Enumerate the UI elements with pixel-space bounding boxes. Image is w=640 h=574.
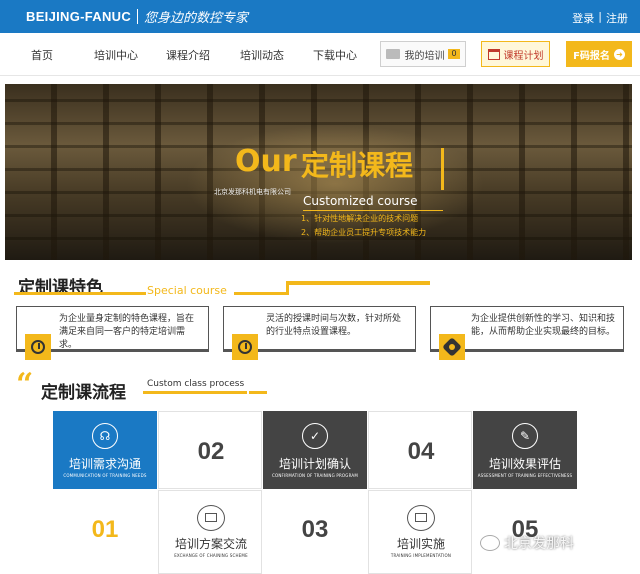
features-bar-tick (286, 281, 289, 295)
link-divider: | (598, 10, 602, 23)
process-step-number: 05 (473, 490, 577, 574)
banner-accent-bar (441, 148, 444, 190)
step-number: 01 (91, 516, 119, 543)
logo[interactable]: BEIJING-FANUC 您身边的数控专家 (26, 9, 249, 26)
feature-text: 灵活的授课时间与次数，针对所处的行业特点设置课程。 (266, 314, 402, 337)
process-step-number: 04 (368, 411, 472, 489)
feature-text: 为企业量身定制的特色课程，旨在满足来自同一客户的特定培训需求。 (59, 314, 195, 350)
banner-subtitle: Customized course (303, 194, 418, 208)
nav-item-training-center[interactable]: 培训中心 (94, 47, 138, 63)
main-nav: 首页 培训中心 课程介绍 培训动态 下载中心 我的培训 0 课程计划 F码报名 … (0, 33, 640, 76)
wechat-watermark: 北京发那科 (480, 533, 574, 553)
banner-our: Our (235, 144, 297, 179)
features-bar (286, 281, 430, 285)
step-sub: COMMUNICATION OF TRAINING NEEDS (63, 473, 147, 478)
banner-point-1: 1、针对性地解决企业的技术问题 (301, 214, 419, 223)
step-sub: ASSESSMENT OF TRAINING EFFECTIVENESS (477, 473, 573, 478)
process-title-en: Custom class process (147, 379, 245, 389)
monitor-icon (407, 505, 435, 531)
features-underline-2 (234, 292, 286, 295)
step-label: 培训需求沟通 (68, 457, 141, 471)
process-title: 定制课流程 (41, 383, 126, 403)
watermark-text: 北京发那科 (504, 536, 574, 552)
step-label: 培训方案交流 (174, 537, 247, 551)
features-underline (14, 292, 146, 295)
training-plan-label: 课程计划 (503, 50, 544, 62)
process-step[interactable]: ✎ 培训效果评估 ASSESSMENT OF TRAINING EFFECTIV… (473, 411, 577, 489)
my-training-label: 我的培训 (404, 50, 445, 62)
my-training-count: 0 (448, 49, 460, 59)
step-label: 培训计划确认 (278, 457, 351, 471)
top-bar: BEIJING-FANUC 您身边的数控专家 登录 | 注册 (0, 0, 640, 33)
signup-button[interactable]: F码报名 ➜ (566, 41, 632, 67)
logo-divider (137, 9, 139, 24)
signup-label: F码报名 (573, 50, 610, 62)
banner-company: 北京发那科机电有限公司 (214, 188, 291, 196)
account-links: 登录 | 注册 (572, 10, 628, 26)
register-link[interactable]: 注册 (606, 10, 628, 26)
process-underline (143, 391, 247, 394)
feature-text: 为企业提供创新性的学习、知识和技能，从而帮助企业实现最终的目标。 (471, 314, 616, 337)
banner-divider (303, 210, 443, 211)
process-step-number: 01 (53, 490, 157, 574)
check-icon: ✓ (302, 423, 328, 449)
process-step[interactable]: ✓ 培训计划确认 CONFIRMATION OF TRAINING PROGRA… (263, 411, 367, 489)
step-label: 培训效果评估 (488, 457, 561, 471)
nav-item-home[interactable]: 首页 (31, 47, 53, 63)
hero-banner: Our 定制课程 北京发那科机电有限公司 Customized course 1… (5, 84, 632, 260)
nav-item-news[interactable]: 培训动态 (240, 47, 284, 63)
folder-icon (386, 49, 401, 59)
my-training-button[interactable]: 我的培训 0 (380, 41, 466, 67)
process-step[interactable]: 培训方案交流 EXCHANGE OF CHAINING SCHEME (158, 490, 262, 574)
step-sub: CONFIRMATION OF TRAINING PROGRAM (272, 473, 358, 478)
step-sub: TRAINING IMPLEMENTATION (390, 553, 452, 558)
headset-icon: ☊ (92, 423, 118, 449)
process-underline-2 (249, 391, 267, 394)
login-link[interactable]: 登录 (572, 10, 594, 26)
gear-icon (439, 334, 465, 360)
features-title-en: Special course (147, 284, 227, 297)
step-number: 04 (407, 438, 435, 465)
process-step-number: 02 (158, 411, 262, 489)
logo-brand: BEIJING-FANUC (26, 9, 132, 24)
nav-item-downloads[interactable]: 下载中心 (313, 47, 357, 63)
target-icon (25, 334, 51, 360)
wechat-icon (480, 535, 500, 551)
step-number: 03 (301, 516, 329, 543)
training-plan-button[interactable]: 课程计划 (481, 41, 550, 67)
process-step[interactable]: ☊ 培训需求沟通 COMMUNICATION OF TRAINING NEEDS (53, 411, 157, 489)
banner-title: 定制课程 (301, 149, 414, 182)
calendar-icon (487, 48, 500, 60)
quote-mark: “ (16, 367, 34, 402)
step-sub: EXCHANGE OF CHAINING SCHEME (174, 553, 248, 558)
banner-glow (185, 124, 485, 244)
process-step[interactable]: 培训实施 TRAINING IMPLEMENTATION (368, 490, 472, 574)
clock-icon (232, 334, 258, 360)
step-number: 02 (197, 438, 225, 465)
banner-point-2: 2、帮助企业员工提升专项技术能力 (301, 228, 427, 237)
nav-item-courses[interactable]: 课程介绍 (166, 47, 210, 63)
step-label: 培训实施 (396, 537, 445, 551)
edit-icon: ✎ (512, 423, 538, 449)
process-step-number: 03 (263, 490, 367, 574)
arrow-right-icon: ➜ (613, 48, 625, 60)
logo-slogan: 您身边的数控专家 (144, 11, 249, 26)
chat-icon (197, 505, 225, 531)
